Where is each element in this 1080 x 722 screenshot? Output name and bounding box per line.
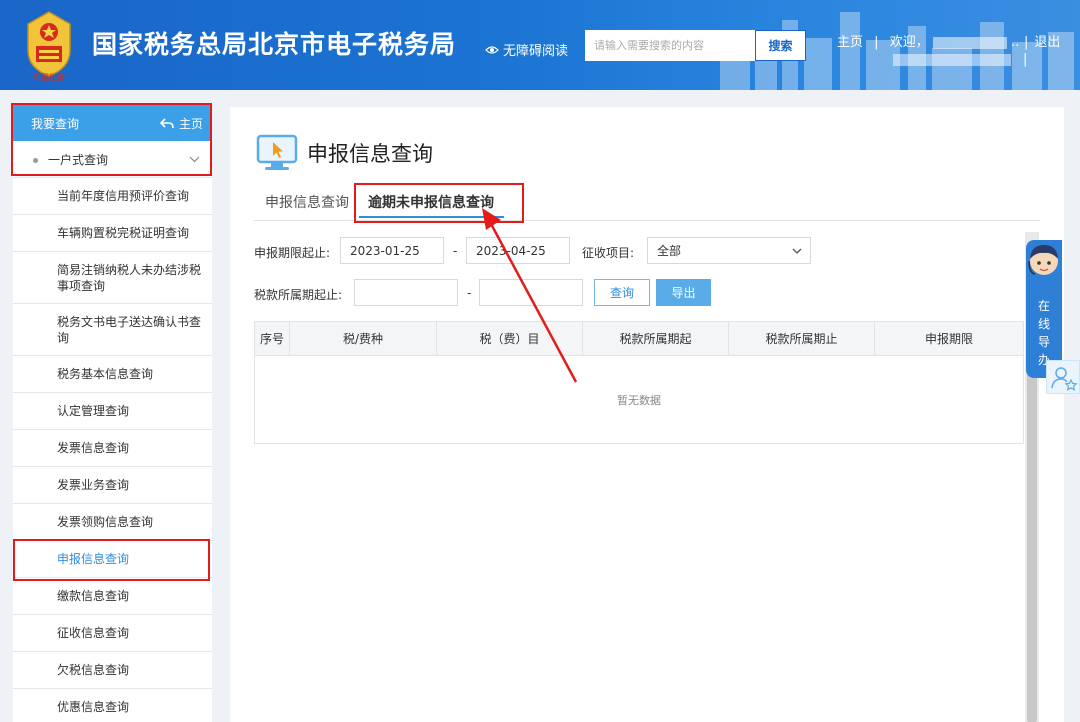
collection-item-select[interactable]: 全部 bbox=[647, 237, 811, 264]
sidebar-item[interactable]: 发票信息查询 bbox=[13, 430, 212, 467]
site-title: 国家税务总局北京市电子税务局 bbox=[92, 30, 457, 59]
export-button[interactable]: 导出 bbox=[656, 279, 711, 306]
sidebar-item[interactable]: 征收信息查询 bbox=[13, 615, 212, 652]
welcome-text: 欢迎， bbox=[889, 35, 929, 50]
page-title: 申报信息查询 bbox=[307, 142, 433, 166]
period-label: 申报期限起止: bbox=[254, 246, 331, 260]
results-table: 序号 税/费种 税（费）目 税款所属期起 税款所属期止 申报期限 暂无数据 bbox=[254, 321, 1024, 444]
sidebar-item[interactable]: 优惠信息查询 bbox=[13, 689, 212, 722]
chevron-down-icon bbox=[792, 248, 802, 254]
column-header: 申报期限 bbox=[924, 332, 973, 346]
sidebar-item[interactable]: 简易注销纳税人未办结涉税事项查询 bbox=[13, 252, 212, 304]
query-button[interactable]: 查询 bbox=[594, 279, 650, 306]
accessibility-reading-link[interactable]: 无障碍阅读 bbox=[485, 40, 568, 59]
period-start-input[interactable]: 2023-01-25 bbox=[340, 237, 444, 264]
monitor-cursor-icon bbox=[256, 134, 298, 170]
sidebar-item[interactable]: 欠税信息查询 bbox=[13, 652, 212, 689]
logout-link[interactable]: | 退出 bbox=[1024, 31, 1060, 50]
range-separator: - bbox=[453, 244, 458, 258]
column-header: 税款所属期止 bbox=[729, 322, 875, 355]
svg-text:中国税务: 中国税务 bbox=[33, 72, 65, 82]
column-header: 序号 bbox=[255, 322, 290, 355]
favorite-user-button[interactable] bbox=[1046, 360, 1080, 394]
highlight-box-sidebar-header bbox=[11, 103, 212, 176]
site-search-input[interactable] bbox=[585, 30, 755, 61]
sidebar-item[interactable]: 发票领购信息查询 bbox=[13, 504, 212, 541]
sidebar: 我要查询 主页 一户式查询 当前年度信用预评价查询 车辆购置税完税证明查询 简易… bbox=[13, 105, 212, 722]
sidebar-item[interactable]: 税务文书电子送达确认书查询 bbox=[13, 304, 212, 356]
nav-separator-2: | bbox=[1023, 52, 1028, 67]
assistant-label: 在线导办 bbox=[1037, 299, 1050, 367]
highlight-box-active-item bbox=[13, 539, 210, 581]
empty-state-text: 暂无数据 bbox=[617, 394, 661, 407]
welcome-tail: .. bbox=[1010, 35, 1020, 50]
accessibility-label: 无障碍阅读 bbox=[503, 44, 569, 59]
assistant-avatar-icon bbox=[1028, 245, 1058, 275]
sidebar-item[interactable]: 缴款信息查询 bbox=[13, 578, 212, 615]
tax-period-label: 税款所属期起止: bbox=[254, 288, 343, 302]
sidebar-item[interactable]: 认定管理查询 bbox=[13, 393, 212, 430]
tab-declaration-query[interactable]: 申报信息查询 bbox=[265, 183, 349, 221]
eye-icon bbox=[485, 45, 499, 54]
nav-separator: | bbox=[874, 35, 879, 50]
column-header: 税/费种 bbox=[290, 322, 437, 355]
tax-emblem-logo: 中国税务 bbox=[27, 11, 71, 82]
sidebar-item[interactable]: 当前年度信用预评价查询 bbox=[13, 178, 212, 215]
top-nav: 主页 | 欢迎， .. bbox=[837, 31, 1019, 50]
nav-home-link[interactable]: 主页 bbox=[837, 31, 863, 50]
redacted-username bbox=[932, 36, 1007, 49]
user-star-icon bbox=[1051, 367, 1078, 391]
tax-period-start-input[interactable] bbox=[354, 279, 458, 306]
sidebar-item[interactable]: 发票业务查询 bbox=[13, 467, 212, 504]
redacted-company-name bbox=[893, 54, 1011, 66]
table-header-row: 序号 税/费种 税（费）目 税款所属期起 税款所属期止 申报期限 bbox=[255, 322, 1023, 356]
sidebar-item[interactable]: 车辆购置税完税证明查询 bbox=[13, 215, 212, 252]
search-button[interactable]: 搜索 bbox=[755, 30, 806, 61]
sidebar-item[interactable]: 税务基本信息查询 bbox=[13, 356, 212, 393]
column-header: 税款所属期起 bbox=[583, 322, 729, 355]
annotation-arrow bbox=[482, 208, 578, 383]
